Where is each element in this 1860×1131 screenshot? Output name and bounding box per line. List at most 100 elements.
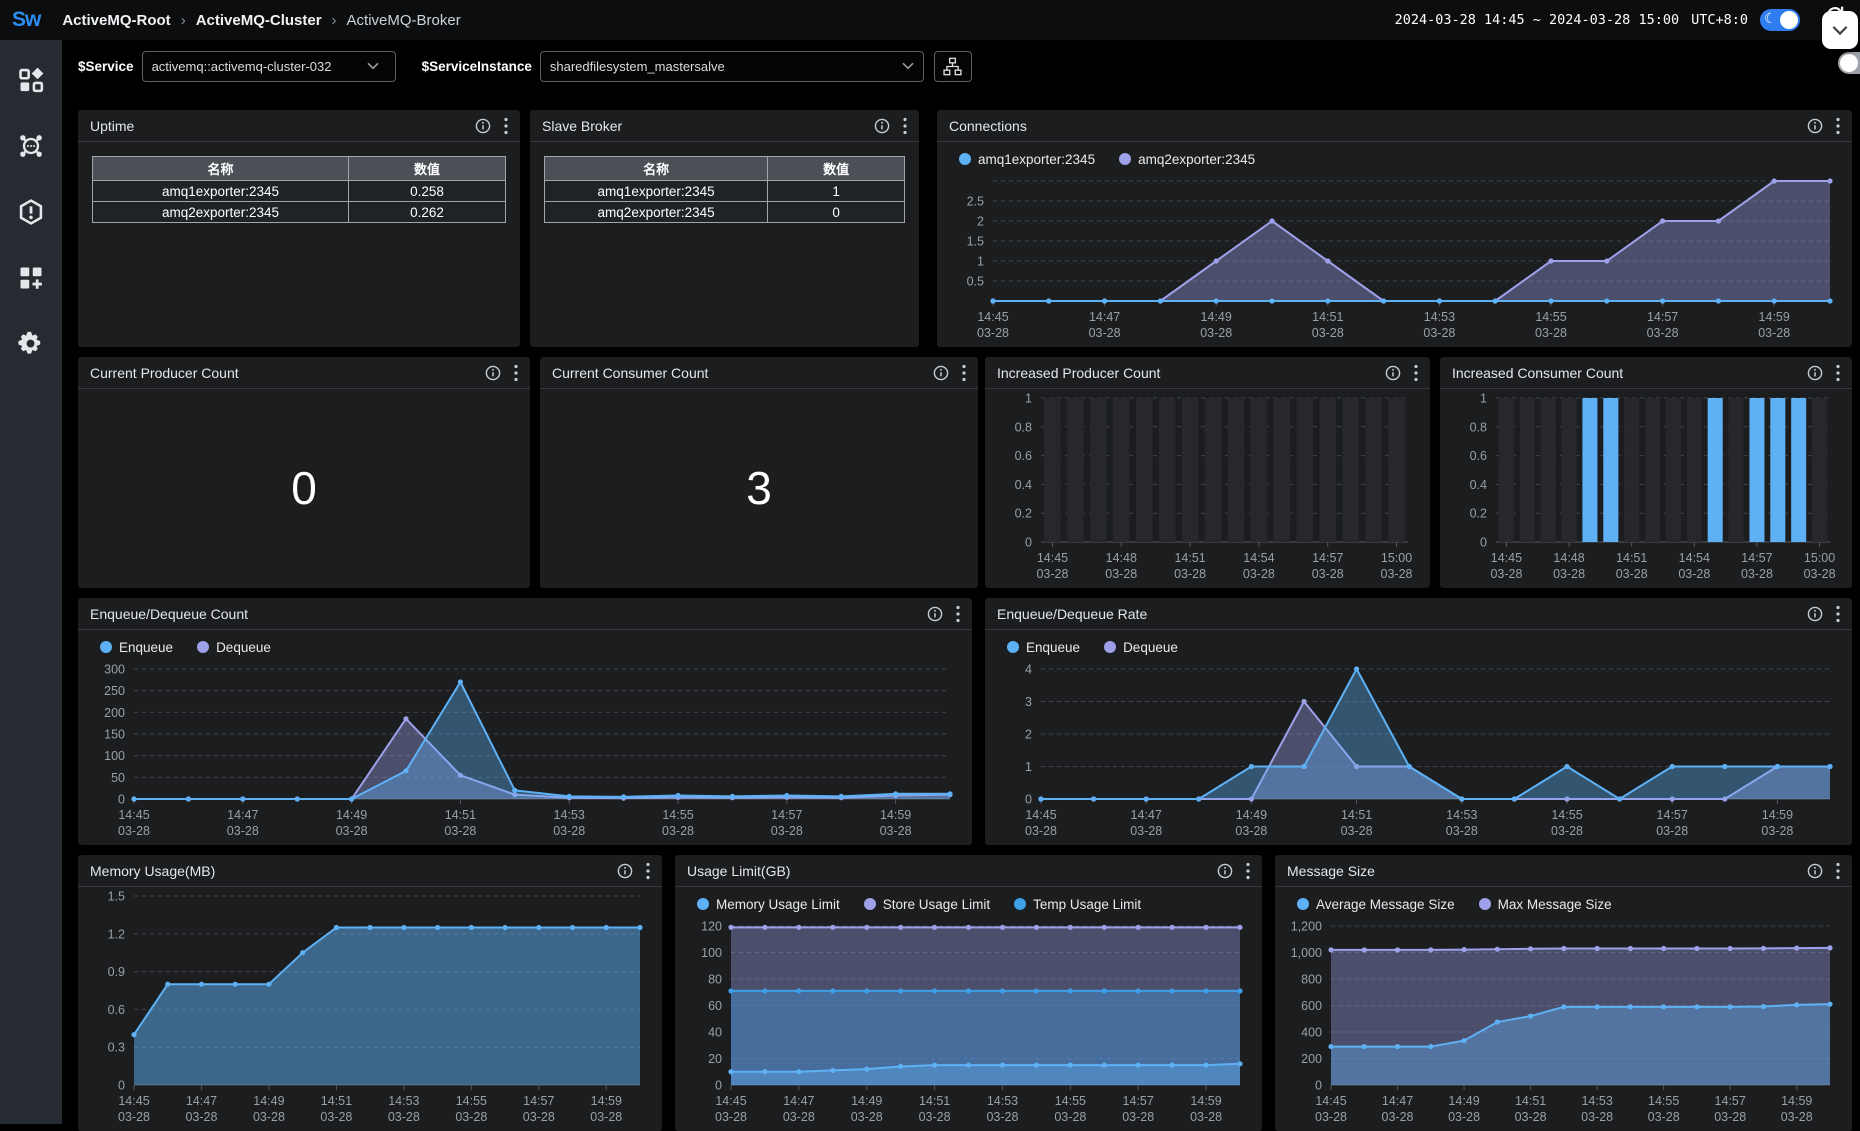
increased-producer-chart[interactable]: 0 0.2 0.4 0.6 0.8 1 14:45 03-28 14:48 03-28 14:51 0… — [993, 391, 1422, 584]
breadcrumb-cluster[interactable]: ActiveMQ-Cluster — [196, 12, 322, 29]
panel-header: Slave Broker — [530, 110, 919, 142]
svg-text:2: 2 — [977, 215, 984, 229]
table-cell: 0.258 — [348, 180, 506, 202]
svg-text:0.4: 0.4 — [1015, 478, 1032, 492]
kebab-menu-icon[interactable] — [956, 605, 960, 623]
kebab-menu-icon[interactable] — [514, 364, 518, 382]
svg-text:14:53: 14:53 — [1424, 310, 1455, 324]
kebab-menu-icon[interactable] — [962, 364, 966, 382]
panel-uptime: Uptime 名称 数值 amq1exporter:2345 0.258 amq2exp… — [78, 110, 520, 347]
service-select[interactable]: activemq::activemq-cluster-032 — [141, 50, 396, 82]
topology-view-button[interactable] — [933, 50, 972, 82]
usage-limit-chart[interactable]: 0 20 40 60 80 100 120 14:45 03-28 14:47 03-28 14:49… — [683, 919, 1254, 1127]
info-icon[interactable] — [927, 606, 943, 622]
svg-text:1: 1 — [1025, 392, 1032, 406]
table-row: amq2exporter:2345 0.262 — [91, 201, 506, 223]
table-cell: 1 — [767, 180, 905, 202]
legend-dot-icon — [1007, 641, 1019, 653]
svg-text:03-28: 03-28 — [1781, 1110, 1813, 1124]
svg-text:0.8: 0.8 — [1015, 420, 1032, 434]
svg-text:0.2: 0.2 — [1470, 507, 1487, 521]
service-instance-select[interactable]: sharedfilesystem_mastersalve — [539, 50, 924, 82]
skywalking-logo[interactable]: Sw — [12, 8, 41, 32]
legend-item[interactable]: Enqueue — [100, 640, 173, 655]
kebab-menu-icon[interactable] — [1836, 364, 1840, 382]
legend-item[interactable]: Dequeue — [1104, 640, 1178, 655]
enqueue-dequeue-count-chart[interactable]: 0 50 100 150 200 250 300 14:45 03-28 14:47 03-28 14… — [86, 662, 964, 841]
kebab-menu-icon[interactable] — [646, 862, 650, 880]
legend-item[interactable]: amq2exporter:2345 — [1119, 152, 1255, 167]
svg-text:03-28: 03-28 — [118, 824, 150, 838]
legend-item[interactable]: amq1exporter:2345 — [959, 152, 1095, 167]
kebab-menu-icon[interactable] — [504, 117, 508, 135]
svg-text:0.3: 0.3 — [108, 1041, 125, 1055]
message-size-chart[interactable]: 0 200 400 600 800 1,000 1,200 14:45 03-28 14:47 03… — [1283, 919, 1844, 1127]
info-icon[interactable] — [874, 118, 890, 134]
info-icon[interactable] — [617, 863, 633, 879]
info-icon[interactable] — [933, 365, 949, 381]
legend-item[interactable]: Temp Usage Limit — [1014, 897, 1141, 912]
memory-usage-chart[interactable]: 0 0.3 0.6 0.9 1.2 1.5 14:45 03-28 14:47 03-28 14:4… — [86, 889, 654, 1127]
svg-text:03-28: 03-28 — [1581, 1110, 1613, 1124]
svg-text:03-28: 03-28 — [771, 824, 803, 838]
chart-legend: amq1exporter:2345 amq2exporter:2345 — [945, 144, 1844, 174]
sidebar-item-dashboards[interactable] — [17, 66, 45, 94]
info-icon[interactable] — [1385, 365, 1401, 381]
svg-text:03-28: 03-28 — [336, 824, 368, 838]
breadcrumb-root[interactable]: ActiveMQ-Root — [62, 12, 170, 29]
dark-mode-toggle[interactable]: ☾ — [1760, 9, 1800, 31]
collapse-header-button[interactable] — [1822, 11, 1858, 49]
sitemap-icon — [943, 57, 962, 76]
kebab-menu-icon[interactable] — [1836, 117, 1840, 135]
sidebar-item-settings[interactable] — [17, 330, 45, 358]
panel-header: Increased Consumer Count — [1440, 357, 1852, 389]
svg-text:03-28: 03-28 — [590, 1110, 622, 1124]
info-icon[interactable] — [1217, 863, 1233, 879]
enqueue-dequeue-rate-chart[interactable]: 0 1 2 3 4 14:45 03-28 14:47 03-28 14:49 03-28 14:51… — [993, 662, 1844, 841]
info-icon[interactable] — [1807, 365, 1823, 381]
svg-text:03-28: 03-28 — [1036, 567, 1068, 581]
time-range[interactable]: 2024-03-28 14:45 ~ 2024-03-28 15:00 — [1395, 12, 1679, 28]
kebab-menu-icon[interactable] — [1836, 862, 1840, 880]
svg-text:03-28: 03-28 — [662, 824, 694, 838]
svg-text:14:53: 14:53 — [388, 1094, 419, 1108]
kebab-menu-icon[interactable] — [1836, 605, 1840, 623]
info-icon[interactable] — [1807, 118, 1823, 134]
legend-item[interactable]: Store Usage Limit — [863, 897, 990, 912]
connections-chart[interactable]: 0.5 1 1.5 2 2.5 14:45 03-28 14:47 03-28 14:49 03-2… — [945, 174, 1844, 343]
svg-text:100: 100 — [701, 946, 722, 960]
svg-text:03-28: 03-28 — [1804, 567, 1836, 581]
panel-header: Enqueue/Dequeue Count — [78, 598, 972, 630]
kebab-menu-icon[interactable] — [1414, 364, 1418, 382]
svg-text:03-28: 03-28 — [523, 1110, 555, 1124]
legend-item[interactable]: Max Message Size — [1478, 897, 1612, 912]
increased-consumer-chart[interactable]: 0 0.2 0.4 0.6 0.8 1 14:45 03-28 14:48 03-28 14:51 0… — [1448, 391, 1844, 584]
legend-item[interactable]: Dequeue — [197, 640, 271, 655]
svg-text:03-28: 03-28 — [1616, 567, 1648, 581]
sidebar-item-topology[interactable] — [17, 132, 45, 160]
kebab-menu-icon[interactable] — [903, 117, 907, 135]
svg-text:2: 2 — [1025, 728, 1032, 742]
info-icon[interactable] — [485, 365, 501, 381]
svg-text:14:55: 14:55 — [1648, 1094, 1679, 1108]
svg-text:03-28: 03-28 — [1122, 1110, 1154, 1124]
sidebar-item-alerting[interactable] — [17, 198, 45, 226]
legend-item[interactable]: Average Message Size — [1297, 897, 1455, 912]
kebab-menu-icon[interactable] — [1246, 862, 1250, 880]
svg-text:03-28: 03-28 — [1761, 824, 1793, 838]
svg-text:14:57: 14:57 — [1647, 310, 1678, 324]
panel-title: Current Producer Count — [90, 364, 239, 381]
sidebar-item-widgets[interactable] — [17, 264, 45, 292]
table-row: amq1exporter:2345 0.258 — [91, 180, 506, 202]
panel-usage-limit: Usage Limit(GB) Memory Usage Limit Store … — [675, 855, 1262, 1131]
legend-item[interactable]: Memory Usage Limit — [697, 897, 840, 912]
panel-title: Increased Producer Count — [997, 364, 1161, 381]
info-icon[interactable] — [1807, 863, 1823, 879]
svg-text:14:49: 14:49 — [1448, 1094, 1479, 1108]
info-icon[interactable] — [1807, 606, 1823, 622]
auto-refresh-toggle[interactable] — [1838, 52, 1860, 74]
panel-header: Memory Usage(MB) — [78, 855, 662, 887]
info-icon[interactable] — [475, 118, 491, 134]
timezone[interactable]: UTC+8:0 — [1691, 12, 1748, 28]
legend-item[interactable]: Enqueue — [1007, 640, 1080, 655]
